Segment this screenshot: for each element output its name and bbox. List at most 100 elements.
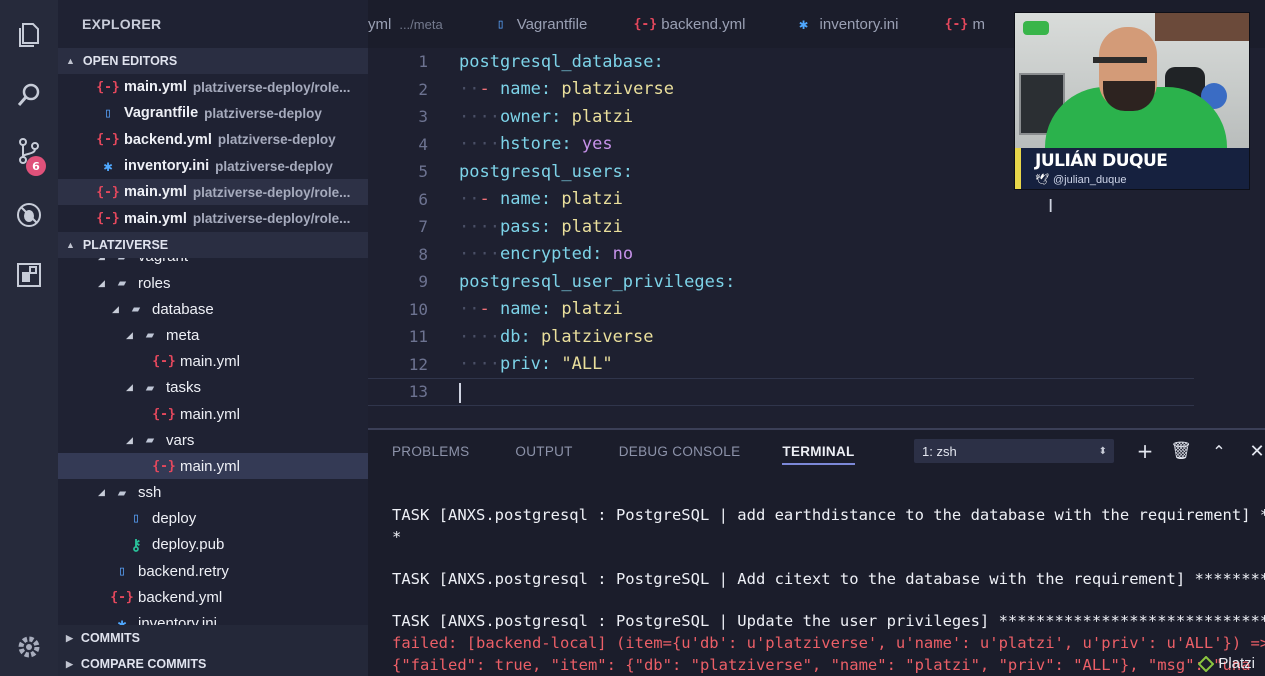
- expand-triangle-icon: ▶: [66, 658, 73, 669]
- expand-triangle-icon: ◢: [126, 434, 133, 445]
- platzi-logo-icon: [1198, 655, 1215, 672]
- code-text: ··- name: platzi: [459, 299, 623, 320]
- file-icon: ▯: [118, 563, 126, 579]
- tree-folder[interactable]: ◢ ▰ vars: [58, 427, 368, 453]
- expand-triangle-icon: ◢: [98, 487, 105, 498]
- mouse-ibeam-cursor: I: [1048, 196, 1054, 217]
- scm-count-badge: 6: [26, 156, 46, 176]
- search-icon[interactable]: [14, 80, 44, 110]
- code-text: ····priv: "ALL": [459, 354, 613, 375]
- code-line[interactable]: 12 ····priv: "ALL": [368, 351, 1194, 379]
- yml-braces-icon: {-}: [944, 16, 969, 32]
- explorer-files-icon[interactable]: [14, 20, 44, 50]
- tree-file-selected[interactable]: {-} main.yml: [58, 453, 368, 480]
- tab-terminal[interactable]: TERMINAL: [782, 444, 855, 465]
- settings-gear-icon[interactable]: [14, 632, 44, 662]
- code-line[interactable]: 7 ····pass: platzi: [368, 213, 1194, 241]
- code-text: ····pass: platzi: [459, 216, 623, 237]
- code-text: ··- name: platzi: [459, 189, 623, 210]
- tab-vagrantfile[interactable]: ▯ Vagrantfile: [467, 0, 612, 48]
- folder-icon: ▰: [117, 484, 127, 501]
- extensions-icon[interactable]: [14, 260, 44, 290]
- tree-file[interactable]: {-} main.yml: [58, 401, 368, 427]
- code-text: ····hstore: yes: [459, 134, 613, 155]
- open-editors-header[interactable]: ▲ OPEN EDITORS: [58, 48, 368, 74]
- tree-file[interactable]: {-} backend.yml: [58, 584, 368, 610]
- tab-main-yml[interactable]: {-} m: [922, 0, 1009, 48]
- line-number: 7: [418, 217, 428, 237]
- text-cursor: [459, 383, 461, 403]
- code-text: ····db: platziverse: [459, 326, 654, 347]
- tree-file[interactable]: {-} main.yml: [58, 349, 368, 375]
- line-number: 6: [418, 189, 428, 209]
- close-panel-icon[interactable]: ✕: [1244, 438, 1265, 464]
- code-text: postgresql_database:: [459, 51, 664, 72]
- file-tree: ◢ ▰ vagrant ◢ ▰ roles ◢ ▰ database ◢ ▰ m…: [58, 258, 368, 628]
- open-editor-item[interactable]: ✱ inventory.ini platziverse-deploy: [58, 153, 368, 179]
- commits-header[interactable]: ▶ COMMITS: [58, 625, 368, 651]
- open-editor-item-active[interactable]: {-} main.yml platziverse-deploy/role...: [58, 179, 368, 206]
- maximize-chevron-up-icon[interactable]: ⌃: [1206, 438, 1232, 464]
- code-line[interactable]: 11 ····db: platziverse: [368, 323, 1194, 351]
- tree-file[interactable]: ▯ deploy: [58, 506, 368, 532]
- tab-debug-console[interactable]: DEBUG CONSOLE: [619, 444, 741, 459]
- terminal-line: *: [392, 528, 402, 546]
- tree-folder[interactable]: ◢ ▰ meta: [58, 322, 368, 348]
- expand-triangle-icon: ◢: [126, 382, 133, 393]
- folder-icon: ▰: [131, 301, 141, 318]
- folder-icon: ▰: [145, 432, 155, 449]
- yml-braces-icon: {-}: [96, 184, 120, 200]
- yml-braces-icon: {-}: [152, 354, 176, 370]
- presenter-handle: 🕊︎ @julian_duque: [1035, 174, 1127, 186]
- file-icon: ▯: [496, 16, 505, 32]
- code-text: postgresql_user_privileges:: [459, 271, 736, 292]
- tab-output[interactable]: OUTPUT: [515, 444, 572, 459]
- open-editor-item[interactable]: {-} main.yml platziverse-deploy/role...: [58, 205, 368, 231]
- line-number: 13: [408, 382, 428, 402]
- terminal-output[interactable]: TASK [ANXS.postgresql : PostgreSQL | add…: [392, 472, 1265, 676]
- tab-problems[interactable]: PROBLEMS: [392, 444, 469, 459]
- line-number: 11: [408, 327, 428, 347]
- explorer-sidebar: EXPLORER ▲ OPEN EDITORS {-} main.yml pla…: [58, 0, 368, 676]
- tab-meta-main-yml[interactable]: yml .../meta: [368, 0, 467, 48]
- tree-folder[interactable]: ◢ ▰ roles: [58, 270, 368, 296]
- tab-inventory-ini[interactable]: ✱ inventory.ini: [770, 0, 923, 48]
- line-number: 8: [418, 244, 428, 264]
- terminal-line: TASK [ANXS.postgresql : PostgreSQL | Add…: [392, 570, 1265, 588]
- line-number: 3: [418, 107, 428, 127]
- folder-icon: ▰: [145, 379, 155, 396]
- terminal-select[interactable]: 1: zsh ⬍: [914, 439, 1114, 463]
- compare-commits-header[interactable]: ▶ COMPARE COMMITS: [58, 651, 368, 676]
- open-editor-item[interactable]: ▯ Vagrantfile platziverse-deploy: [58, 100, 368, 126]
- key-icon: ⚷: [130, 535, 142, 554]
- debug-icon[interactable]: [14, 200, 44, 230]
- line-number: 2: [418, 79, 428, 99]
- gear-icon: ✱: [799, 15, 809, 33]
- yml-braces-icon: {-}: [633, 16, 658, 32]
- folder-icon: ▰: [145, 327, 155, 344]
- trash-icon[interactable]: 🗑︎: [1168, 438, 1194, 464]
- code-line[interactable]: 9 postgresql_user_privileges:: [368, 268, 1194, 296]
- terminal-line: {"failed": true, "item": {"db": "platziv…: [392, 656, 1251, 674]
- tree-file[interactable]: ▯ backend.retry: [58, 558, 368, 584]
- code-line[interactable]: 8 ····encrypted: no: [368, 241, 1194, 269]
- tree-folder[interactable]: ◢ ▰ vagrant: [58, 258, 368, 270]
- code-line[interactable]: 13: [368, 378, 1194, 406]
- twitter-bird-icon: 🕊︎: [1035, 174, 1049, 186]
- tree-file[interactable]: ⚷ deploy.pub: [58, 532, 368, 558]
- tab-backend-yml[interactable]: {-} backend.yml: [611, 0, 769, 48]
- expand-triangle-icon: ◢: [98, 258, 112, 263]
- expand-triangle-icon: ▶: [66, 632, 73, 643]
- code-line[interactable]: 10 ··- name: platzi: [368, 296, 1194, 324]
- new-terminal-plus-icon[interactable]: +: [1132, 438, 1158, 464]
- folder-icon: ▰: [112, 258, 132, 265]
- open-editor-item[interactable]: {-} backend.yml platziverse-deploy: [58, 127, 368, 153]
- tree-folder[interactable]: ◢ ▰ tasks: [58, 375, 368, 401]
- tree-folder[interactable]: ◢ ▰ ssh: [58, 479, 368, 505]
- gear-icon: ✱: [103, 157, 113, 176]
- open-editor-item[interactable]: {-} main.yml platziverse-deploy/role...: [58, 74, 368, 100]
- bottom-panel: PROBLEMS OUTPUT DEBUG CONSOLE TERMINAL 1…: [368, 428, 1265, 676]
- project-header[interactable]: ▲ PLATZIVERSE: [58, 231, 368, 258]
- line-number: 10: [408, 299, 428, 319]
- tree-folder[interactable]: ◢ ▰ database: [58, 296, 368, 322]
